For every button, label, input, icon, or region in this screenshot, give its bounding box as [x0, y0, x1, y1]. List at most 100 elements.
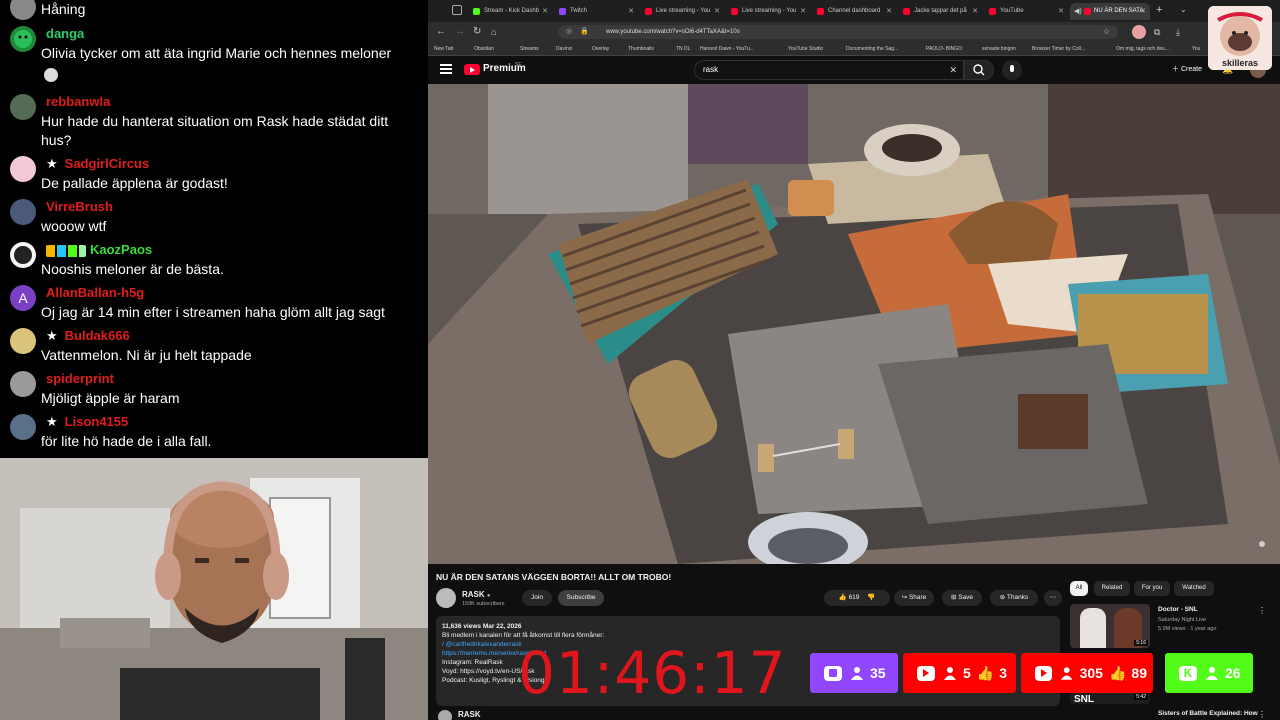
- more-options-icon[interactable]: ⋮: [1258, 606, 1266, 615]
- chip-all[interactable]: All: [1070, 581, 1088, 596]
- chat-username[interactable]: ★ Lison4155: [46, 414, 128, 430]
- extensions-icon[interactable]: ⧉: [1154, 25, 1160, 39]
- video-title: NU ÄR DEN SATANS VÄGGEN BORTA!! ALLT OM …: [436, 572, 672, 582]
- video-duration: 5:16: [1134, 640, 1148, 646]
- avatar: [10, 199, 36, 225]
- tab-jacke[interactable]: Jacke tappar det på ✕: [898, 3, 982, 20]
- microphone-icon[interactable]: [1002, 60, 1022, 80]
- chat-username[interactable]: KaozPaos: [46, 242, 152, 258]
- channel-avatar[interactable]: [436, 588, 456, 608]
- bookmark[interactable]: Documenting the Sag...: [846, 44, 898, 54]
- tab-channel-dashboard[interactable]: Channel dashboard ✕: [812, 3, 896, 20]
- more-actions-icon[interactable]: ⋯: [1044, 590, 1062, 606]
- bookmark[interactable]: New Tab: [434, 44, 453, 54]
- chat-username[interactable]: rebbanwla: [46, 94, 110, 110]
- search-input[interactable]: rask ✕: [694, 60, 964, 80]
- star-icon[interactable]: ☆: [1103, 25, 1110, 39]
- bookmark[interactable]: Overlay: [592, 44, 609, 54]
- chat-username[interactable]: spiderprint: [46, 371, 114, 387]
- tab-twitch[interactable]: Twitch ✕: [554, 3, 638, 20]
- subscribe-button[interactable]: Subscribe: [558, 590, 604, 606]
- save-button[interactable]: ⊞ Save: [942, 590, 982, 606]
- bookmark[interactable]: Thumbnails: [628, 44, 654, 54]
- like-count: 3: [999, 665, 1008, 681]
- join-button[interactable]: Join: [522, 590, 552, 606]
- more-options-icon[interactable]: ⋮: [1258, 710, 1266, 719]
- bookmark[interactable]: YouTube Studio: [788, 44, 823, 54]
- chat-username[interactable]: VirreBrush: [46, 199, 113, 215]
- chevron-down-icon[interactable]: ⌄: [1180, 3, 1187, 17]
- bookmark[interactable]: Om mig, tags och des...: [1116, 44, 1169, 54]
- bookmark[interactable]: Harvest Dawn - YouTu...: [700, 44, 754, 54]
- tab-kick-dashboard[interactable]: Stream - Kick Dashb ✕: [468, 3, 552, 20]
- chat-message-text: Nooshis meloner är de bästa.: [41, 261, 224, 277]
- bookmark[interactable]: You: [1192, 44, 1200, 54]
- close-icon[interactable]: ✕: [972, 3, 978, 20]
- youtube-icon: [917, 665, 935, 681]
- bookmark[interactable]: Browser Timer by Coll...: [1032, 44, 1085, 54]
- bookmark[interactable]: Streams: [520, 44, 539, 54]
- url-field[interactable]: ◎ 🔒 www.youtube.com/watch?v=sOi6-d4TTaXA…: [558, 25, 1118, 39]
- save-label: Save: [958, 594, 974, 601]
- tab-live-streaming[interactable]: Live streaming - You ✕: [640, 3, 724, 20]
- chat-message-text: Hur hade du hanterat situation om Rask h…: [41, 113, 389, 148]
- chat-message-text: wooow wtf: [41, 218, 107, 234]
- thumbs-down-icon[interactable]: 👎: [867, 594, 875, 601]
- bookmark[interactable]: senaste bingon: [982, 44, 1016, 54]
- youtube-header: Premium SE rask ✕ ＋ Create 🔔: [428, 56, 1280, 84]
- close-icon[interactable]: ✕: [628, 3, 634, 20]
- chip-for-you[interactable]: For you: [1134, 581, 1170, 596]
- like-button[interactable]: 👍 619: [839, 594, 860, 601]
- recommended-video[interactable]: 5:16 Doctor - SNL Saturday Night Live 5.…: [1070, 604, 1270, 650]
- chat-message-text: för lite hö hade de i alla fall.: [41, 433, 212, 449]
- tab-label: Twitch: [570, 8, 588, 14]
- home-icon[interactable]: ⌂: [491, 25, 496, 39]
- chip-related[interactable]: Related: [1094, 581, 1130, 596]
- close-icon[interactable]: ✕: [1140, 3, 1146, 20]
- video-player[interactable]: [428, 84, 1280, 564]
- close-icon[interactable]: ✕: [714, 3, 720, 20]
- create-button[interactable]: ＋ Create: [1172, 64, 1202, 74]
- chat-username-text: SadgirlCircus: [64, 156, 150, 171]
- comments-channel-name[interactable]: RASK: [458, 710, 481, 719]
- forward-icon[interactable]: →: [455, 25, 465, 39]
- lock-icon: 🔒: [580, 28, 589, 35]
- youtube-icon: [731, 8, 738, 15]
- chat-username[interactable]: ★ SadgirlCircus: [46, 156, 149, 172]
- back-icon[interactable]: ←: [436, 25, 446, 39]
- extension-icon[interactable]: [1132, 25, 1146, 39]
- tab-live-streaming-2[interactable]: Live streaming - You ✕: [726, 3, 810, 20]
- chat-username[interactable]: ★ Buldak666: [46, 328, 130, 344]
- close-icon[interactable]: ✕: [542, 3, 548, 20]
- bookmark[interactable]: PAOLO- BINGO: [926, 44, 962, 54]
- share-button[interactable]: ↪ Share: [894, 590, 934, 606]
- chat-username[interactable]: danga: [46, 26, 84, 42]
- chat-message-text: Mjöligt äpple är haram: [41, 390, 180, 406]
- search-button[interactable]: [964, 60, 994, 80]
- reload-icon[interactable]: ↻: [473, 25, 481, 39]
- new-tab-button[interactable]: +: [1156, 3, 1162, 17]
- close-icon[interactable]: ✕: [886, 3, 892, 20]
- menu-icon[interactable]: [440, 64, 452, 74]
- chip-watched[interactable]: Watched: [1174, 581, 1214, 596]
- tab-youtube[interactable]: YouTube ✕: [984, 3, 1068, 20]
- chat-username[interactable]: AllanBallan-h5g: [46, 285, 144, 301]
- channel-name[interactable]: RASK ●: [462, 590, 491, 599]
- region-label: SE: [515, 62, 522, 68]
- thanks-icon: ⊛: [999, 594, 1007, 601]
- bookmark[interactable]: Davinci: [556, 44, 572, 54]
- youtube-logo-icon[interactable]: [464, 64, 480, 75]
- kick-icon: [473, 8, 480, 15]
- bookmark[interactable]: Obsidian: [474, 44, 494, 54]
- close-icon[interactable]: ✕: [800, 3, 806, 20]
- tab-label: Stream - Kick Dashb: [484, 8, 540, 14]
- thanks-button[interactable]: ⊛ Thanks: [990, 590, 1038, 606]
- close-icon[interactable]: ✕: [1058, 3, 1064, 20]
- clear-icon[interactable]: ✕: [949, 61, 957, 79]
- video-thumbnail: 5:16: [1070, 604, 1150, 648]
- tab-active-video[interactable]: ◀) NU ÄR DEN SATA ✕: [1070, 3, 1150, 20]
- tab-groups-icon[interactable]: [452, 5, 462, 15]
- bookmark[interactable]: TN DL: [676, 44, 690, 54]
- twitch-icon: [824, 665, 842, 681]
- download-icon[interactable]: ⤓: [1176, 25, 1180, 39]
